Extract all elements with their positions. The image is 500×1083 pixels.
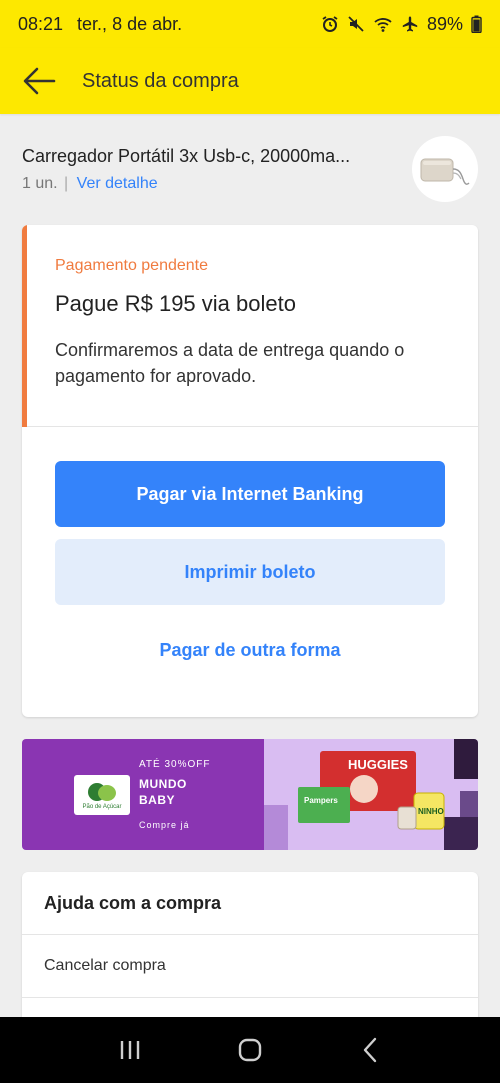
- diaper-products-illustration: HUGGIES Pampers NINHO: [264, 739, 478, 850]
- ninho-brand-text: NINHO: [418, 807, 444, 816]
- wifi-icon: [374, 18, 392, 32]
- product-thumbnail[interactable]: [412, 136, 478, 202]
- huggies-brand-text: HUGGIES: [348, 757, 408, 772]
- home-button[interactable]: [230, 1030, 270, 1070]
- status-bar: 08:21 ter., 8 de abr. 89%: [0, 0, 500, 48]
- status-time: 08:21: [18, 13, 64, 34]
- logo-text: Pão de Açúcar: [82, 803, 122, 810]
- status-date: ter., 8 de abr.: [77, 13, 183, 34]
- power-bank-image: [420, 158, 470, 185]
- product-info: Carregador Portátil 3x Usb-c, 20000ma...…: [22, 146, 402, 193]
- meta-separator: |: [64, 174, 69, 192]
- back-arrow-icon[interactable]: [22, 66, 56, 96]
- promo-banner[interactable]: Pão de Açúcar ATÉ 30%OFF MUNDO BABY Comp…: [22, 739, 478, 850]
- mute-icon: [348, 16, 364, 32]
- banner-cta: Compre já: [139, 820, 190, 830]
- home-icon: [238, 1038, 262, 1062]
- product-quantity: 1 un.: [22, 174, 58, 192]
- cancel-purchase-item[interactable]: Cancelar compra: [22, 935, 478, 998]
- system-nav-bar: [0, 1017, 500, 1083]
- help-section: Ajuda com a compra Cancelar compra: [22, 872, 478, 1018]
- banner-promo-text: ATÉ 30%OFF: [139, 759, 211, 770]
- view-detail-link[interactable]: Ver detalhe: [77, 175, 158, 192]
- payment-message: Confirmaremos a data de entrega quando o…: [55, 340, 405, 386]
- help-title: Ajuda com a compra: [22, 872, 478, 935]
- recent-apps-button[interactable]: [110, 1030, 150, 1070]
- logo-leaves-icon: [88, 782, 116, 801]
- app-bar: Status da compra: [0, 48, 500, 114]
- pampers-brand-text: Pampers: [304, 796, 338, 805]
- internet-banking-button[interactable]: Pagar via Internet Banking: [55, 461, 445, 527]
- status-icons: 89%: [321, 14, 482, 35]
- pending-section: Pagamento pendente Pague R$ 195 via bole…: [22, 225, 478, 427]
- page-title: Status da compra: [82, 69, 239, 92]
- banner-products-image: HUGGIES Pampers NINHO: [264, 739, 478, 850]
- alarm-icon: [322, 16, 338, 32]
- back-button[interactable]: [350, 1030, 390, 1070]
- product-meta: 1 un. | Ver detalhe: [22, 175, 402, 193]
- product-name: Carregador Portátil 3x Usb-c, 20000ma...: [22, 145, 351, 166]
- airplane-icon: [402, 16, 418, 32]
- recent-apps-icon: [120, 1041, 140, 1059]
- payment-amount: Pague R$ 195 via boleto: [55, 291, 296, 316]
- payment-status-label: Pagamento pendente: [55, 257, 209, 274]
- pao-de-acucar-logo: Pão de Açúcar: [74, 775, 130, 815]
- back-chevron-icon: [363, 1037, 377, 1063]
- banner-title-line2: BABY: [139, 793, 176, 807]
- print-boleto-button[interactable]: Imprimir boleto: [55, 539, 445, 605]
- banner-title-line1: MUNDO: [139, 777, 187, 791]
- payment-card: Pagamento pendente Pague R$ 195 via bole…: [22, 225, 478, 717]
- banner-title: MUNDO BABY: [139, 776, 187, 808]
- battery-icon: [471, 15, 482, 33]
- banner-left: Pão de Açúcar ATÉ 30%OFF MUNDO BABY Comp…: [22, 739, 264, 850]
- pay-other-way-link[interactable]: Pagar de outra forma: [55, 617, 445, 683]
- battery-percent: 89%: [426, 13, 463, 34]
- product-summary: Carregador Portátil 3x Usb-c, 20000ma...…: [0, 114, 500, 224]
